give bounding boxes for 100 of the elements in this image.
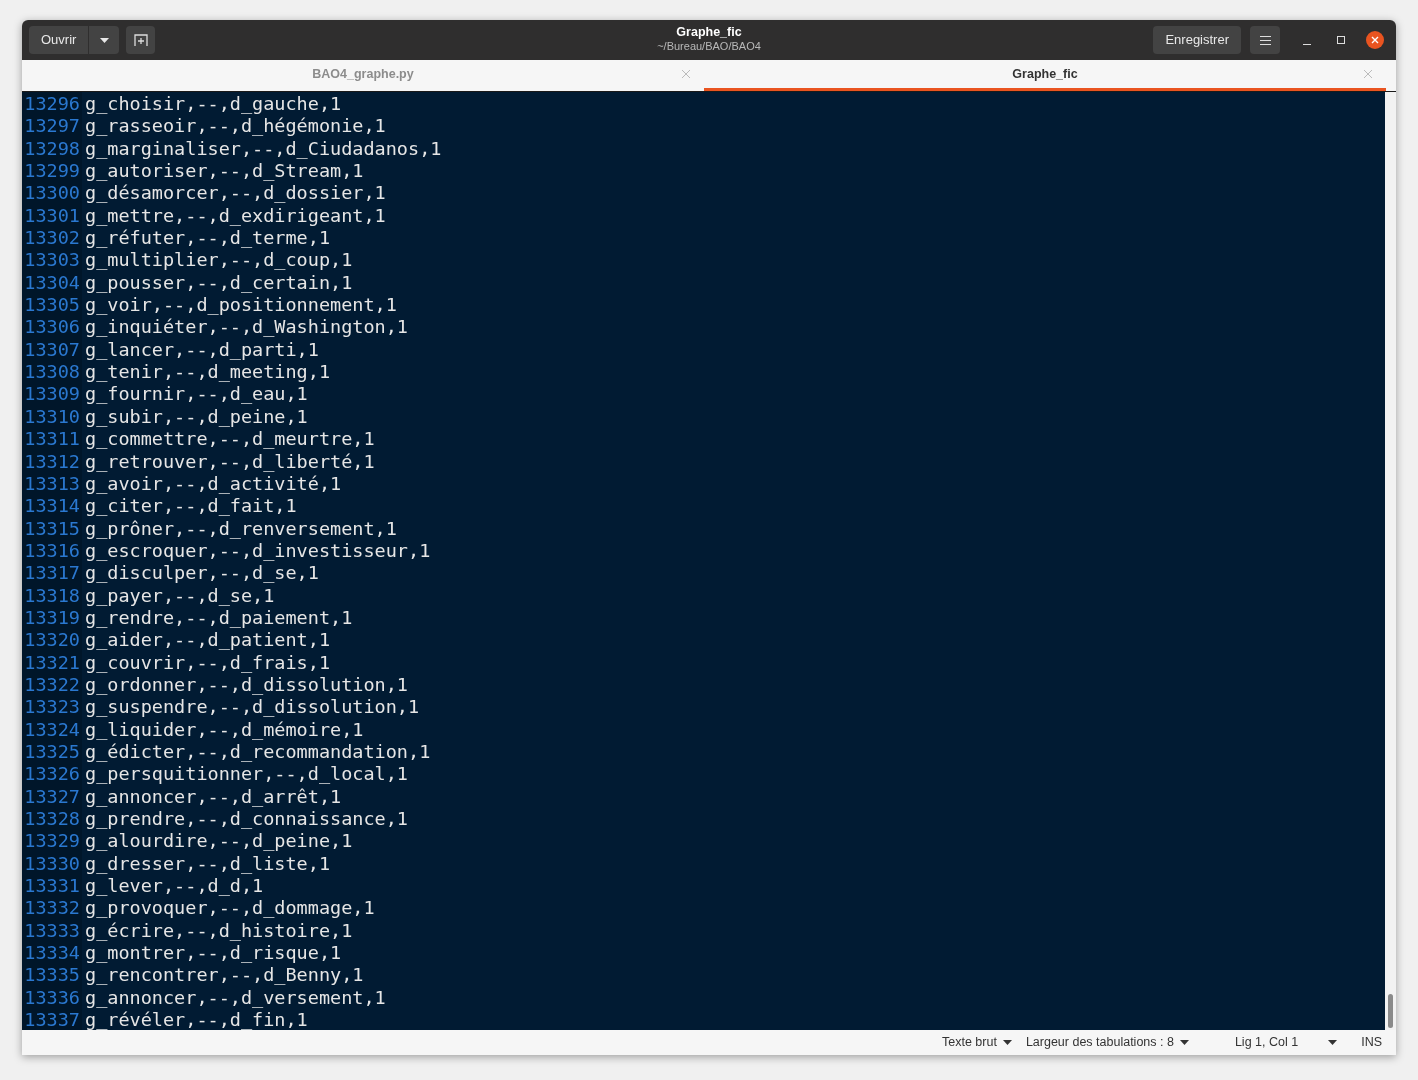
window-subtitle: ~/Bureau/BAO/BAO4 xyxy=(657,40,761,53)
line-number: 13300 xyxy=(23,182,81,205)
code-line: g_citer,--,d_fait,1 xyxy=(85,495,298,518)
line-number: 13297 xyxy=(23,115,81,138)
line-number: 13328 xyxy=(23,808,81,831)
line-number: 13316 xyxy=(23,539,81,563)
line-number: 13323 xyxy=(23,696,81,719)
line-number: 13334 xyxy=(23,942,81,965)
line-number: 13321 xyxy=(23,651,81,674)
code-line: g_persquitionner,--,d_local,1 xyxy=(85,763,409,786)
line-number: 13307 xyxy=(23,338,81,362)
code-line: g_marginaliser,--,d_Ciudadanos,1 xyxy=(85,137,442,161)
code-line: g_rencontrer,--,d_Benny,1 xyxy=(85,964,365,987)
code-line: g_subir,--,d_peine,1 xyxy=(85,405,309,429)
line-number: 13329 xyxy=(23,830,81,853)
code-line: g_avoir,--,d_activité,1 xyxy=(85,472,343,496)
line-number: 13322 xyxy=(23,673,81,697)
code-line: g_disculper,--,d_se,1 xyxy=(85,562,320,585)
line-number: 13318 xyxy=(23,584,81,607)
line-number: 13299 xyxy=(23,160,81,183)
caret-icon xyxy=(1002,1040,1012,1045)
cursor-position-menu[interactable]: Lig 1, Col 1 xyxy=(1234,1033,1338,1052)
code-line: g_liquider,--,d_mémoire,1 xyxy=(85,718,365,741)
code-line: g_retrouver,--,d_liberté,1 xyxy=(85,450,376,473)
syntax-menu[interactable]: Texte brut xyxy=(942,1033,1012,1052)
code-line: g_fournir,--,d_eau,1 xyxy=(85,383,309,406)
code-line: g_désamorcer,--,d_dossier,1 xyxy=(85,182,387,205)
code-line: g_ordonner,--,d_dissolution,1 xyxy=(85,673,409,697)
code-line: g_payer,--,d_se,1 xyxy=(85,584,276,607)
code-line: g_annoncer,--,d_arrêt,1 xyxy=(85,785,343,808)
line-number: 13311 xyxy=(23,428,81,451)
menu-button[interactable] xyxy=(1250,26,1280,54)
code-line: g_prendre,--,d_connaissance,1 xyxy=(85,808,409,831)
code-line: g_tenir,--,d_meeting,1 xyxy=(85,361,332,384)
new-document-icon xyxy=(133,33,148,47)
code-line: g_alourdire,--,d_peine,1 xyxy=(85,830,354,853)
menu-icon xyxy=(1259,35,1271,45)
code-line: g_pousser,--,d_certain,1 xyxy=(85,271,354,295)
line-number: 13301 xyxy=(23,204,81,228)
code-line: g_escroquer,--,d_investisseur,1 xyxy=(85,539,432,563)
code-line: g_choisir,--,d_gauche,1 xyxy=(85,93,343,116)
line-number: 13304 xyxy=(23,271,81,295)
code-line: g_mettre,--,d_exdirigeant,1 xyxy=(85,204,387,228)
code-line: g_montrer,--,d_risque,1 xyxy=(85,942,343,965)
code-line: g_inquiéter,--,d_Washington,1 xyxy=(85,316,409,339)
line-number: 13317 xyxy=(23,562,81,585)
line-number: 13327 xyxy=(23,785,81,808)
line-number: 13309 xyxy=(23,383,81,406)
line-number: 13305 xyxy=(23,294,81,317)
maximize-button[interactable] xyxy=(1334,33,1348,47)
line-number: 13324 xyxy=(23,718,81,741)
tab-width-menu[interactable]: Largeur des tabulations : 8 xyxy=(1025,1033,1189,1052)
caret-icon xyxy=(1328,1040,1338,1045)
code-line: g_lancer,--,d_parti,1 xyxy=(85,338,320,362)
insert-mode: INS xyxy=(1361,1034,1382,1052)
new-tab-button[interactable] xyxy=(126,26,156,54)
code-line: g_rendre,--,d_paiement,1 xyxy=(85,606,354,630)
line-number: 13313 xyxy=(23,472,81,496)
line-number: 13314 xyxy=(23,495,81,518)
scrollbar[interactable] xyxy=(1385,92,1396,1030)
line-number: 13325 xyxy=(23,740,81,764)
line-number: 13330 xyxy=(23,852,81,876)
line-number: 13331 xyxy=(23,875,81,898)
code-line: g_réfuter,--,d_terme,1 xyxy=(85,227,332,250)
code-line: g_provoquer,--,d_dommage,1 xyxy=(85,897,376,920)
line-number: 13303 xyxy=(23,249,81,272)
code-line: g_commettre,--,d_meurtre,1 xyxy=(85,428,376,451)
code-line: g_voir,--,d_positionnement,1 xyxy=(85,294,398,317)
line-number: 13310 xyxy=(23,405,81,429)
code-line: g_dresser,--,d_liste,1 xyxy=(85,852,332,876)
code-line: g_aider,--,d_patient,1 xyxy=(85,629,332,652)
code-line: g_écrire,--,d_histoire,1 xyxy=(85,919,354,943)
line-number: 13332 xyxy=(23,897,81,920)
window-title: Graphe_fic xyxy=(676,25,742,40)
close-button[interactable] xyxy=(1366,31,1384,49)
line-number: 13335 xyxy=(23,964,81,987)
code-line: g_édicter,--,d_recommandation,1 xyxy=(85,740,432,764)
code-line: g_multiplier,--,d_coup,1 xyxy=(85,249,354,272)
code-line: g_prôner,--,d_renversement,1 xyxy=(85,517,398,540)
open-dropdown-button[interactable] xyxy=(89,26,120,54)
line-number: 13326 xyxy=(23,763,81,786)
code-line: g_suspendre,--,d_dissolution,1 xyxy=(85,696,421,719)
line-number: 13306 xyxy=(23,316,81,339)
code-line: g_révéler,--,d_fin,1 xyxy=(85,1009,309,1030)
line-number: 13319 xyxy=(23,606,81,630)
line-number: 13320 xyxy=(23,629,81,652)
code-line: g_annoncer,--,d_versement,1 xyxy=(85,986,387,1010)
code-line: g_autoriser,--,d_Stream,1 xyxy=(85,160,365,183)
save-button[interactable]: Enregistrer xyxy=(1153,26,1241,54)
line-number: 13333 xyxy=(23,919,81,943)
line-number: 13315 xyxy=(23,517,81,540)
line-number: 13312 xyxy=(23,450,81,473)
open-button[interactable]: Ouvrir xyxy=(29,26,89,54)
line-number: 13302 xyxy=(23,227,81,250)
caret-icon xyxy=(99,37,109,43)
line-number: 13298 xyxy=(23,137,81,161)
code-line: g_lever,--,d_d,1 xyxy=(85,875,265,898)
code-line: g_rasseoir,--,d_hégémonie,1 xyxy=(85,115,387,138)
line-number: 13296 xyxy=(23,93,81,116)
line-number: 13336 xyxy=(23,986,81,1010)
